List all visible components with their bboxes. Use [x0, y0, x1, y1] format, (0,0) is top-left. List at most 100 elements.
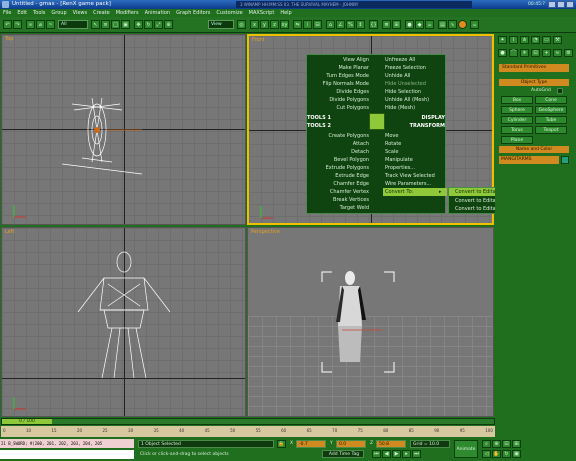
named-selection-icon[interactable]: {}: [369, 20, 378, 29]
percent-snap-icon[interactable]: %: [346, 20, 355, 29]
viewport-perspective[interactable]: Perspective: [247, 227, 494, 417]
quad-unfreeze-all[interactable]: Unfreeze All: [385, 56, 445, 64]
array-icon[interactable]: ⁞: [303, 20, 312, 29]
lights-icon[interactable]: ☀: [520, 49, 529, 57]
minimize-button[interactable]: [548, 1, 556, 8]
name-and-color-rollout[interactable]: Name and Color: [499, 146, 569, 153]
reference-coord-dropdown[interactable]: View: [208, 20, 234, 29]
quad-detach[interactable]: Detach: [307, 148, 369, 156]
pivot-center-icon[interactable]: ◎: [237, 20, 246, 29]
quick-render-icon[interactable]: ☕: [425, 20, 434, 29]
object-color-swatch[interactable]: [561, 156, 569, 164]
select-scale-icon[interactable]: ⤢: [154, 20, 163, 29]
quad-unhide-all-mesh[interactable]: Unhide All (Mesh): [385, 96, 445, 104]
quad-cut-polygons[interactable]: Cut Polygons: [307, 104, 369, 112]
sphere-button[interactable]: Sphere: [501, 106, 533, 114]
object-type-rollout[interactable]: Object Type: [499, 79, 569, 86]
quad-track-view-selected[interactable]: Track View Selected: [385, 172, 445, 180]
utilities-tab-icon[interactable]: ⚒: [553, 36, 562, 44]
menu-views[interactable]: Views: [73, 9, 87, 17]
quad-create-polygons[interactable]: Create Polygons: [307, 132, 369, 140]
category-dropdown[interactable]: Standard Primitives: [499, 64, 569, 72]
plane-button[interactable]: Plane: [501, 136, 533, 144]
unlink-icon[interactable]: ⌀: [36, 20, 45, 29]
selection-filter-dropdown[interactable]: All: [58, 20, 88, 29]
spacewarps-icon[interactable]: ≈: [553, 49, 562, 57]
menu-edit[interactable]: Edit: [17, 9, 27, 17]
redo-icon[interactable]: ↷: [13, 20, 22, 29]
quad-chamfer-vertex[interactable]: Chamfer Vertex: [307, 188, 369, 196]
track-bar[interactable]: 0 10 15 20 25 30 35 40 45 50 55 60 65 70…: [1, 426, 495, 437]
align-icon[interactable]: ⊟: [313, 20, 322, 29]
select-rotate-icon[interactable]: ↻: [144, 20, 153, 29]
autogrid-checkbox[interactable]: [557, 88, 563, 94]
quad-hide-selection[interactable]: Hide Selection: [385, 88, 445, 96]
viewport-front-label[interactable]: Front: [252, 37, 265, 43]
link-icon[interactable]: ∞: [26, 20, 35, 29]
quad-hide-unselected[interactable]: Hide Unselected: [385, 80, 445, 88]
geosphere-button[interactable]: GeoSphere: [535, 106, 567, 114]
shapes-icon[interactable]: ⌒: [509, 49, 518, 57]
add-time-tag-button[interactable]: Add Time Tag: [322, 450, 364, 458]
cameras-icon[interactable]: ⊡: [531, 49, 540, 57]
quad-chamfer-edge[interactable]: Chamfer Edge: [307, 180, 369, 188]
object-name-field[interactable]: MANGITARMS: [499, 156, 559, 164]
lock-selection-icon[interactable]: 🔒: [277, 440, 286, 448]
restrict-plane-icon[interactable]: xy: [280, 20, 289, 29]
quad-manipulate[interactable]: Manipulate: [385, 156, 445, 164]
systems-icon[interactable]: ⚙: [564, 49, 573, 57]
angle-snap-icon[interactable]: ∠: [336, 20, 345, 29]
field-of-view-icon[interactable]: ◁: [482, 450, 491, 458]
quad-make-planar[interactable]: Make Planar: [307, 64, 369, 72]
teapot-button[interactable]: Teapot: [535, 126, 567, 134]
menu-create[interactable]: Create: [93, 9, 110, 17]
restrict-y-icon[interactable]: y: [260, 20, 269, 29]
quad-view-align[interactable]: View Align: [307, 56, 369, 64]
undo-icon[interactable]: ↶: [3, 20, 12, 29]
viewport-perspective-label[interactable]: Perspective: [251, 229, 280, 235]
menu-maxscript[interactable]: MAXScript: [249, 9, 275, 17]
material-editor-icon[interactable]: ●: [405, 20, 414, 29]
quad-scale[interactable]: Scale: [385, 148, 445, 156]
quad-wire-parameters[interactable]: Wire Parameters...: [385, 180, 445, 188]
select-object-icon[interactable]: ↖: [91, 20, 100, 29]
close-button[interactable]: [566, 1, 574, 8]
x-coordinate-field[interactable]: -0.7: [296, 440, 326, 448]
menu-help[interactable]: Help: [280, 9, 291, 17]
select-manipulate-icon[interactable]: ⊕: [164, 20, 173, 29]
hierarchy-tab-icon[interactable]: ⋔: [520, 36, 529, 44]
play-icon[interactable]: ▶: [392, 450, 401, 458]
animate-button[interactable]: Animate: [454, 440, 478, 458]
tube-button[interactable]: Tube: [535, 116, 567, 124]
quad-hide-mesh[interactable]: Hide (Mesh): [385, 104, 445, 112]
box-button[interactable]: Box: [501, 96, 533, 104]
maxscript-listener-line[interactable]: 21 B_SWORD; #(200, 201, 202, 203, 204, 2…: [0, 439, 134, 448]
time-slider-track[interactable]: 0 / 100: [1, 418, 495, 425]
y-coordinate-field[interactable]: 0.0: [336, 440, 366, 448]
pan-icon[interactable]: ✋: [492, 450, 501, 458]
geometry-icon[interactable]: ●: [498, 49, 507, 57]
torus-button[interactable]: Torus: [501, 126, 533, 134]
arc-rotate-icon[interactable]: ↻: [502, 450, 511, 458]
quad-divide-edges[interactable]: Divide Edges: [307, 88, 369, 96]
quad-turn-edges[interactable]: Turn Edges Mode: [307, 72, 369, 80]
quad-bevel-polygon[interactable]: Bevel Polygon: [307, 156, 369, 164]
viewport-left-label[interactable]: Left: [5, 229, 14, 235]
zoom-extents-icon[interactable]: ⊡: [502, 440, 511, 448]
go-to-end-icon[interactable]: ⏭: [412, 450, 421, 458]
quad-extrude-polygons[interactable]: Extrude Polygons: [307, 164, 369, 172]
maximize-viewport-icon[interactable]: ▣: [512, 450, 521, 458]
z-coordinate-field[interactable]: 50.8: [376, 440, 406, 448]
viewport-top[interactable]: Top: [1, 34, 246, 225]
snap-toggle-icon[interactable]: ⌂: [326, 20, 335, 29]
schematic-view-icon[interactable]: ⊞: [392, 20, 401, 29]
viewport-left[interactable]: Left: [1, 227, 246, 417]
display-tab-icon[interactable]: ▭: [542, 36, 551, 44]
rectangular-selection-icon[interactable]: □: [111, 20, 120, 29]
bind-spacewarp-icon[interactable]: ~: [46, 20, 55, 29]
quad-divide-polygons[interactable]: Divide Polygons: [307, 96, 369, 104]
quad-target-weld[interactable]: Target Weld: [307, 204, 369, 212]
zoom-all-icon[interactable]: ⊕: [492, 440, 501, 448]
render-sphere-icon[interactable]: [458, 20, 467, 29]
modify-tab-icon[interactable]: ⌇: [509, 36, 518, 44]
